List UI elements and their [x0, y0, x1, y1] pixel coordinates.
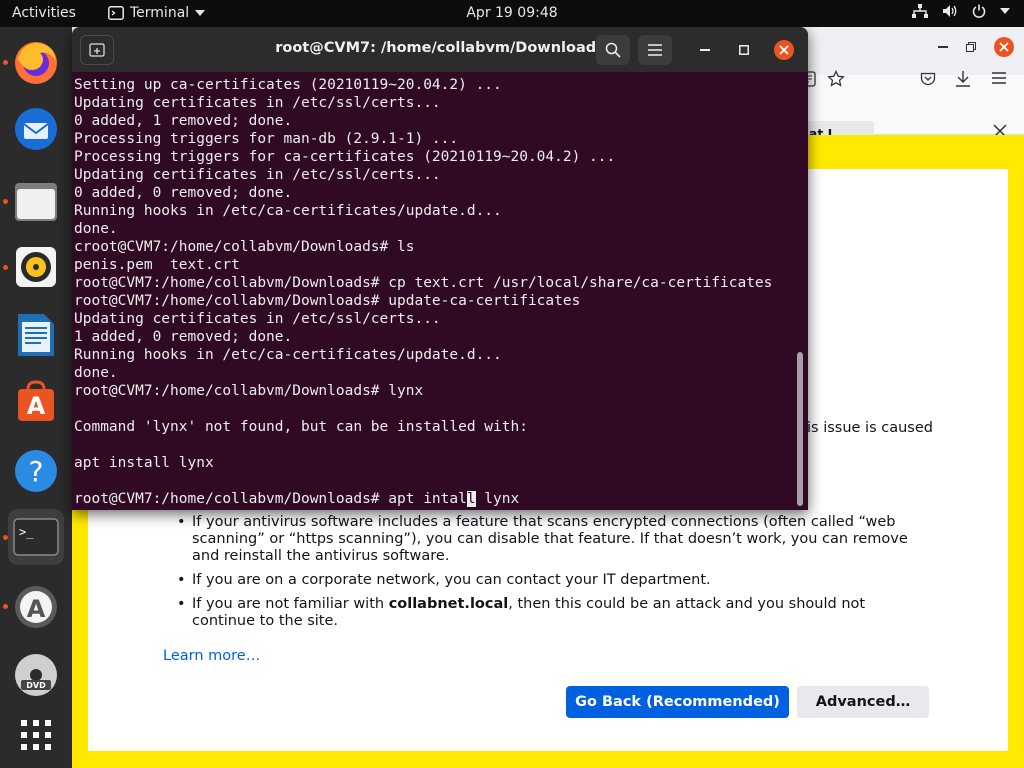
rhythmbox-icon — [16, 247, 56, 287]
learn-more-link[interactable]: Learn more… — [163, 648, 260, 664]
restore-icon[interactable] — [966, 42, 976, 52]
text-cursor: l — [466, 491, 476, 507]
hostname: collabnet.local — [388, 596, 509, 612]
terminal-line: Command 'lynx' not found, but can be ins… — [74, 419, 528, 435]
terminal-line: croot@CVM7:/home/collabvm/Downloads# ls — [74, 239, 415, 255]
terminal-output[interactable]: Setting up ca-certificates (20210119~20.… — [74, 76, 796, 508]
hamburger-menu-icon — [648, 44, 662, 56]
svg-text:>_: >_ — [19, 525, 34, 539]
search-button[interactable] — [596, 35, 630, 65]
top-bar: Activities Terminal Apr 19 09:48 — [0, 0, 1024, 27]
terminal-line: Running hooks in /etc/ca-certificates/up… — [74, 203, 502, 219]
maximize-icon[interactable] — [739, 45, 749, 55]
show-applications[interactable] — [8, 707, 64, 763]
writer-icon — [18, 314, 54, 356]
terminal-line: Updating certificates in /etc/ssl/certs.… — [74, 311, 441, 327]
power-icon[interactable] — [972, 4, 986, 18]
dock-dvd[interactable]: DVD — [8, 647, 64, 703]
advice-text: If you are not familiar with — [192, 596, 389, 612]
terminal-line: done. — [74, 365, 118, 381]
advice-item: If your antivirus software includes a fe… — [177, 514, 932, 565]
dock-writer[interactable] — [8, 307, 64, 363]
advice-list: If your antivirus software includes a fe… — [177, 514, 932, 637]
svg-text:A: A — [27, 392, 46, 420]
terminal-line: Setting up ca-certificates (20210119~20.… — [74, 77, 502, 93]
network-icon[interactable] — [912, 4, 928, 18]
system-tray[interactable] — [912, 4, 1010, 18]
terminal-line: 0 added, 1 removed; done. — [74, 113, 293, 129]
terminal-line: 0 added, 0 removed; done. — [74, 185, 293, 201]
dock-ubuntu-software[interactable]: A — [8, 373, 64, 429]
volume-icon[interactable] — [942, 4, 958, 18]
minimize-icon[interactable] — [700, 49, 710, 51]
terminal-window[interactable]: root@CVM7: /home/collabvm/Downloads Sett… — [72, 27, 808, 510]
terminal-icon: >_ — [13, 518, 59, 556]
help-icon: ? — [15, 450, 57, 492]
go-back-button[interactable]: Go Back (Recommended) — [566, 686, 789, 718]
chevron-down-icon[interactable] — [1000, 8, 1010, 14]
svg-text:A: A — [27, 595, 46, 623]
browser-window-controls — [938, 37, 1014, 57]
terminal-line: Updating certificates in /etc/ssl/certs.… — [74, 167, 441, 183]
dock: A ? >_ A DVD — [0, 27, 72, 768]
menu-button[interactable] — [638, 35, 672, 65]
pocket-icon[interactable] — [920, 71, 936, 87]
terminal-line: Processing triggers for ca-certificates … — [74, 149, 616, 165]
window-title: root@CVM7: /home/collabvm/Downloads — [275, 40, 605, 56]
thunderbird-icon — [15, 108, 57, 150]
svg-text:?: ? — [29, 455, 44, 488]
terminal-headerbar[interactable]: root@CVM7: /home/collabvm/Downloads — [72, 27, 808, 72]
minimize-icon[interactable] — [938, 46, 948, 48]
software-updater-icon: A — [15, 586, 57, 628]
firefox-icon — [15, 42, 57, 84]
dock-thunderbird[interactable] — [8, 101, 64, 157]
bookmark-star-icon[interactable] — [827, 70, 845, 88]
prompt-text: lynx — [475, 491, 520, 507]
dock-firefox[interactable] — [8, 35, 64, 91]
hamburger-menu-icon[interactable] — [992, 72, 1006, 84]
terminal-line: Updating certificates in /etc/ssl/certs.… — [74, 95, 441, 111]
terminal-line: done. — [74, 221, 118, 237]
prompt-text: root@CVM7:/home/collabvm/Downloads# apt … — [74, 491, 467, 507]
advanced-button[interactable]: Advanced… — [797, 686, 929, 718]
dock-software-updater[interactable]: A — [8, 579, 64, 635]
terminal-line: 1 added, 0 removed; done. — [74, 329, 293, 345]
dvd-icon: DVD — [15, 654, 57, 696]
terminal-line: root@CVM7:/home/collabvm/Downloads# cp t… — [74, 275, 773, 291]
dock-terminal[interactable]: >_ — [8, 509, 64, 565]
command-prompt-line[interactable]: root@CVM7:/home/collabvm/Downloads# apt … — [74, 490, 796, 508]
advice-item: If you are not familiar with collabnet.l… — [177, 596, 932, 630]
terminal-line: Running hooks in /etc/ca-certificates/up… — [74, 347, 502, 363]
close-icon[interactable] — [994, 37, 1014, 57]
clock[interactable]: Apr 19 09:48 — [0, 5, 1024, 21]
downloads-icon[interactable] — [955, 70, 971, 88]
terminal-line: root@CVM7:/home/collabvm/Downloads# upda… — [74, 293, 581, 309]
terminal-line: Processing triggers for man-db (2.9.1-1)… — [74, 131, 459, 147]
warning-text-fragment: is issue is caused — [807, 420, 933, 436]
advice-item: If you are on a corporate network, you c… — [177, 572, 932, 589]
search-icon — [605, 42, 621, 58]
dock-help[interactable]: ? — [8, 443, 64, 499]
svg-text:DVD: DVD — [26, 681, 46, 690]
scrollbar-thumb[interactable] — [797, 352, 803, 506]
terminal-line: apt install lynx — [74, 455, 214, 471]
dock-rhythmbox[interactable] — [8, 239, 64, 295]
grid-icon — [21, 720, 51, 750]
dock-files[interactable] — [8, 173, 64, 229]
files-icon — [15, 183, 57, 221]
terminal-line: penis.pem text.crt — [74, 257, 240, 273]
ubuntu-software-icon: A — [18, 380, 54, 421]
terminal-line: root@CVM7:/home/collabvm/Downloads# lynx — [74, 383, 424, 399]
close-icon[interactable] — [774, 40, 794, 60]
